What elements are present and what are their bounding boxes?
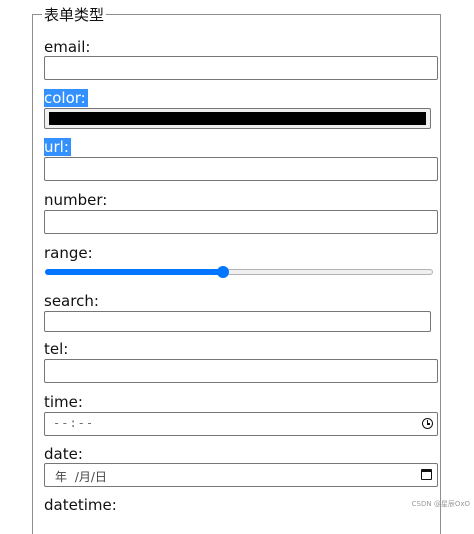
calendar-icon[interactable]: [421, 469, 432, 480]
color-swatch: [49, 112, 426, 125]
time-placeholder: --:--: [53, 416, 94, 430]
email-label: email:: [44, 38, 90, 56]
fieldset-legend: 表单类型: [42, 6, 106, 24]
email-input[interactable]: [44, 56, 438, 80]
clock-icon[interactable]: [422, 418, 433, 429]
datetime-label: datetime:: [44, 496, 117, 514]
color-label: color:: [44, 89, 88, 107]
range-slider[interactable]: [45, 266, 433, 278]
tel-input[interactable]: [44, 359, 438, 383]
time-label: time:: [44, 393, 83, 411]
search-input[interactable]: [44, 311, 431, 332]
date-placeholder: 年 /月/日: [55, 468, 107, 485]
range-fill: [45, 269, 223, 275]
number-label: number:: [44, 191, 107, 209]
url-input[interactable]: [44, 157, 438, 181]
tel-label: tel:: [44, 340, 68, 358]
search-label: search:: [44, 292, 99, 310]
date-input[interactable]: 年 /月/日: [44, 463, 438, 487]
color-picker[interactable]: [44, 108, 431, 129]
date-label: date:: [44, 445, 83, 463]
range-thumb[interactable]: [217, 266, 229, 278]
watermark: CSDN @星辰OxO: [412, 499, 470, 509]
range-label: range:: [44, 244, 93, 262]
number-input[interactable]: [44, 210, 438, 234]
time-input[interactable]: --:--: [44, 412, 438, 436]
url-label: url:: [44, 138, 71, 156]
